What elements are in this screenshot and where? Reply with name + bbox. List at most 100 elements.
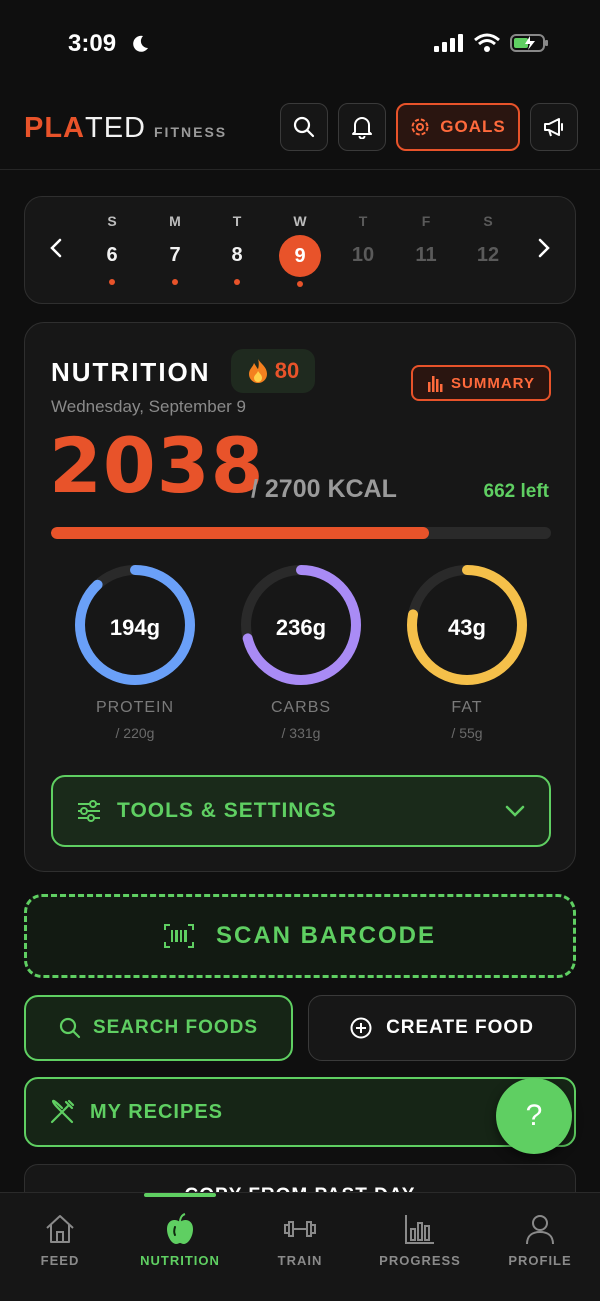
status-icons [434,33,550,53]
chevron-right-icon [538,238,550,258]
day-letter: T [232,213,242,229]
search-button[interactable] [280,103,328,151]
day-number: 10 [351,244,375,266]
day-letter: S [483,213,493,229]
tab-label: NUTRITION [140,1253,220,1268]
day-number: 8 [231,244,243,266]
day-letter: M [169,213,181,229]
day-number: 11 [415,244,437,266]
help-label: ? [525,1099,543,1132]
macro-label: PROTEIN [95,699,175,716]
day-number: 6 [106,244,118,266]
search-foods-button[interactable]: SEARCH FOODS [24,995,293,1061]
logo-part1: PLA [24,112,85,144]
my-recipes-label: MY RECIPES [90,1100,223,1123]
day-wed-selected[interactable]: W 9 [278,213,322,287]
app-header: PLATED FITNESS GOALS [0,90,600,170]
apple-icon [167,1213,193,1244]
nutrition-card: NUTRITION 80 SUMMARY Wednesday, Septembe… [24,322,576,872]
day-letter: T [358,213,368,229]
macro-label: CARBS [270,699,332,716]
macro-goal: / 55g [451,725,483,741]
kcal-consumed: 2038 [49,421,265,510]
moon-icon [133,35,148,52]
macro-goal: / 220g [115,725,155,741]
day-number: 7 [169,244,181,266]
dumbbell-icon [284,1221,316,1237]
tab-nutrition[interactable]: NUTRITION [120,1213,240,1268]
search-icon [59,1017,81,1039]
home-icon [46,1215,74,1243]
summary-button[interactable]: SUMMARY [411,365,551,401]
logged-dot [234,279,240,285]
scan-barcode-button[interactable]: SCAN BARCODE [24,894,576,978]
day-thu[interactable]: T 10 [341,213,385,275]
day-mon[interactable]: M 7 [153,213,197,285]
logo-part2: TED [85,112,146,144]
barcode-icon [163,924,194,948]
scan-label: SCAN BARCODE [215,922,436,949]
tab-profile[interactable]: PROFILE [480,1213,600,1268]
day-letter: W [293,213,307,229]
person-icon [526,1215,554,1245]
fork-knife-icon [50,1099,75,1124]
tab-progress[interactable]: PROGRESS [360,1213,480,1268]
week-calendar: S 6 M 7 T 8 W 9 T 10 F 11 S 12 [24,196,576,304]
notifications-button[interactable] [338,103,386,151]
goals-button[interactable]: GOALS [396,103,520,151]
goals-label: GOALS [440,117,506,136]
nutrition-title: NUTRITION [51,357,211,387]
tab-feed[interactable]: FEED [0,1213,120,1268]
status-time: 3:09 [68,30,117,57]
macro-value: 194g [109,615,161,640]
kcal-progress-fill [51,527,429,539]
logo-sub: FITNESS [154,124,228,140]
day-sun[interactable]: S 6 [90,213,134,285]
app-logo[interactable]: PLATED FITNESS [24,112,227,145]
day-tue[interactable]: T 8 [215,213,259,285]
search-foods-label: SEARCH FOODS [92,1017,259,1038]
day-number: 12 [476,244,500,266]
create-food-button[interactable]: CREATE FOOD [308,995,576,1061]
day-letter: S [107,213,117,229]
prev-week-button[interactable] [49,237,63,265]
gear-icon [411,118,429,136]
tab-label: PROGRESS [379,1253,461,1268]
tab-train[interactable]: TRAIN [240,1213,360,1268]
macro-goal: / 331g [281,725,321,741]
day-fri[interactable]: F 11 [404,213,448,275]
battery-icon [510,34,548,52]
bottom-tab-bar: FEED NUTRITION TRAIN PROGRESS PROFILE [0,1192,600,1301]
tab-label: PROFILE [508,1253,572,1268]
logged-dot [172,279,178,285]
create-food-label: CREATE FOOD [386,1017,534,1038]
plus-circle-icon [350,1017,372,1039]
tools-settings-button[interactable]: TOOLS & SETTINGS [51,775,551,847]
megaphone-icon [544,118,563,137]
tab-label: FEED [40,1253,80,1268]
tools-label: TOOLS & SETTINGS [117,799,337,822]
day-letter: F [421,213,431,229]
kcal-left: 662 left [483,481,549,502]
announcements-button[interactable] [530,103,578,151]
streak-value: 80 [274,358,300,383]
streak-badge[interactable]: 80 [231,349,315,393]
macro-fat[interactable]: 43g FAT / 55g [397,563,537,741]
logged-dot [109,279,115,285]
next-week-button[interactable] [537,237,551,265]
day-sat[interactable]: S 12 [466,213,510,275]
help-button[interactable]: ? [496,1078,572,1154]
summary-label: SUMMARY [451,374,535,392]
my-recipes-button[interactable]: MY RECIPES [24,1077,576,1147]
macro-label: FAT [451,699,483,716]
flame-icon [248,359,267,383]
macro-carbs[interactable]: 236g CARBS / 331g [231,563,371,741]
kcal-progress-bar [51,527,551,539]
macro-value: 43g [448,615,486,640]
chevron-left-icon [50,238,62,258]
sliders-icon [78,800,100,822]
macro-protein[interactable]: 194g PROTEIN / 220g [65,563,205,741]
chevron-down-icon [505,805,525,817]
active-tab-indicator [144,1193,216,1197]
macro-value: 236g [275,615,327,640]
